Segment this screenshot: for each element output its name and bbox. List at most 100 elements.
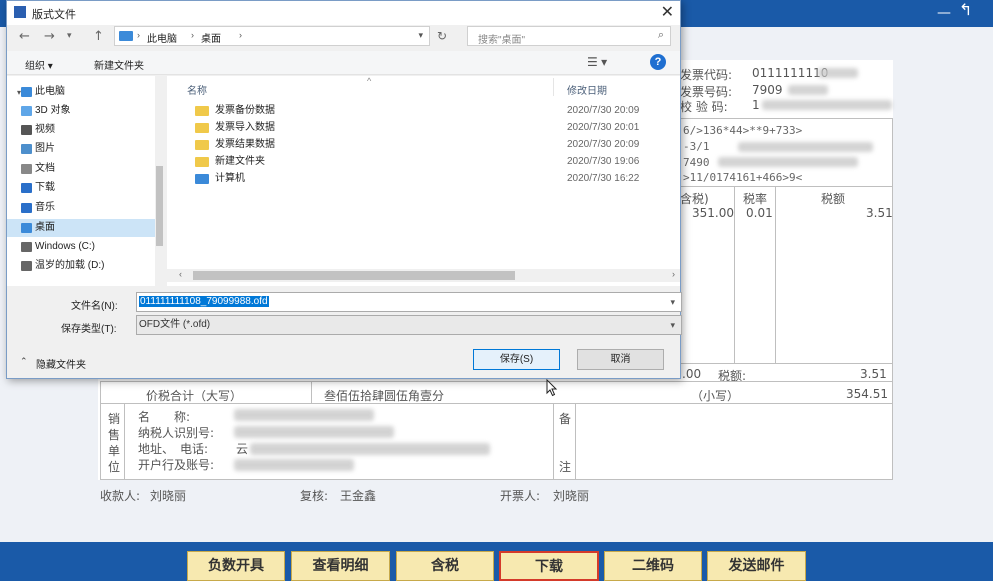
file-row[interactable]: 新建文件夹 2020/7/30 19:06 bbox=[187, 154, 677, 170]
nav-item-downloads[interactable]: 下载 bbox=[21, 180, 55, 196]
search-input[interactable]: 搜索"桌面" ⌕ bbox=[467, 26, 671, 46]
nav-item-drive-c[interactable]: Windows (C:) bbox=[21, 239, 95, 255]
drive-icon bbox=[21, 242, 32, 252]
check-code-value: 1 bbox=[752, 98, 760, 112]
tax-included-button[interactable]: 含税 bbox=[396, 551, 494, 581]
nav-scrollbar[interactable] bbox=[155, 76, 164, 286]
cipher-line-1: 6/>136*44>**9+733> bbox=[683, 124, 803, 137]
file-hscrollbar-thumb[interactable] bbox=[193, 271, 515, 280]
up-arrow-icon[interactable]: ↑ bbox=[93, 29, 104, 44]
col-tax-rate: 税率 bbox=[743, 192, 768, 206]
computer-icon bbox=[195, 174, 209, 184]
nav-item-music[interactable]: 音乐 bbox=[21, 200, 55, 216]
nav-item-this-pc[interactable]: 此电脑 bbox=[21, 84, 65, 100]
cube-icon bbox=[21, 106, 32, 116]
refresh-icon[interactable]: ↻ bbox=[437, 29, 447, 43]
reviewer-value: 王金鑫 bbox=[340, 489, 377, 503]
collapse-chevron-icon[interactable]: ⌃ bbox=[20, 356, 28, 367]
address-bar[interactable]: › 此电脑 › 桌面 › ▾ bbox=[114, 26, 430, 46]
file-hscrollbar[interactable]: ‹ › bbox=[167, 269, 680, 282]
file-row[interactable]: 计算机 2020/7/30 16:22 bbox=[187, 171, 677, 187]
breadcrumb-this-pc[interactable]: 此电脑 bbox=[147, 30, 177, 45]
new-folder-button[interactable]: 新建文件夹 bbox=[94, 57, 144, 72]
total-caps-label: 价税合计（大写） bbox=[146, 389, 243, 403]
filetype-select[interactable]: OFD文件 (*.ofd) ▾ bbox=[136, 315, 682, 335]
cancel-button[interactable]: 取消 bbox=[577, 349, 664, 370]
scroll-right-icon[interactable]: › bbox=[672, 269, 675, 279]
organize-button[interactable]: 组织 ▾ bbox=[25, 57, 53, 72]
filename-dropdown-icon[interactable]: ▾ bbox=[670, 293, 675, 311]
seller-bank-label: 开户行及账号: bbox=[138, 458, 215, 472]
remarks-label-1: 备 bbox=[559, 412, 572, 426]
issuer-value: 刘晓丽 bbox=[553, 489, 590, 503]
seller-side-3: 单 bbox=[108, 444, 121, 458]
action-bar bbox=[0, 542, 993, 581]
address-dropdown-icon[interactable]: ▾ bbox=[418, 30, 423, 41]
total-small-value: 354.51 bbox=[846, 387, 888, 401]
file-row[interactable]: 发票结果数据 2020/7/30 20:09 bbox=[187, 137, 677, 153]
forward-arrow-icon[interactable]: → bbox=[44, 29, 55, 44]
filetype-dropdown-icon[interactable]: ▾ bbox=[670, 316, 675, 334]
drive-icon bbox=[21, 261, 32, 271]
nav-item-pictures[interactable]: 图片 bbox=[21, 141, 55, 157]
column-header-name[interactable]: 名称 bbox=[187, 82, 207, 97]
dialog-toolbar: 组织 ▾ 新建文件夹 ☰ ▾ ? bbox=[7, 51, 680, 75]
desktop-icon bbox=[21, 223, 32, 233]
minimize-icon[interactable]: — bbox=[937, 6, 951, 20]
negative-invoice-button[interactable]: 负数开具 bbox=[187, 551, 285, 581]
invoice-number-value: 7909 bbox=[752, 83, 783, 97]
qr-code-button[interactable]: 二维码 bbox=[604, 551, 702, 581]
seller-name-label: 名 称: bbox=[138, 410, 191, 424]
save-button[interactable]: 保存(S) bbox=[473, 349, 560, 370]
item-amount: 351.00 bbox=[692, 206, 734, 220]
file-row[interactable]: 发票备份数据 2020/7/30 20:09 bbox=[187, 103, 677, 119]
folder-icon bbox=[195, 157, 209, 167]
dialog-title-bar: 版式文件 ✕ bbox=[7, 1, 680, 25]
hide-folders-toggle[interactable]: 隐藏文件夹 bbox=[36, 356, 86, 371]
item-tax: 3.51 bbox=[866, 206, 893, 220]
folder-icon bbox=[195, 106, 209, 116]
invoice-code-value: 0111111110 bbox=[752, 66, 829, 80]
folder-icon bbox=[195, 123, 209, 133]
nav-item-drive-d[interactable]: 温岁的加载 (D:) bbox=[21, 258, 104, 274]
scroll-left-icon[interactable]: ‹ bbox=[179, 269, 182, 279]
filename-input[interactable]: 011111111108_79099988.ofd ▾ bbox=[136, 292, 682, 312]
app-icon bbox=[14, 6, 26, 18]
cipher-line-3: 7490 bbox=[683, 156, 710, 169]
filetype-value: OFD文件 (*.ofd) bbox=[139, 319, 211, 330]
nav-item-documents[interactable]: 文档 bbox=[21, 161, 55, 177]
total-small-label: （小写） bbox=[691, 389, 740, 403]
nav-scrollbar-thumb[interactable] bbox=[156, 166, 163, 246]
view-options-icon[interactable]: ☰ ▾ bbox=[587, 55, 607, 69]
reviewer-label: 复核: bbox=[300, 489, 329, 503]
recent-dropdown-icon[interactable]: ▾ bbox=[67, 31, 72, 41]
column-header-date[interactable]: 修改日期 bbox=[567, 82, 607, 97]
folder-icon bbox=[195, 140, 209, 150]
close-icon[interactable]: ✕ bbox=[661, 2, 674, 22]
invoice-code-label: 发票代码: bbox=[680, 68, 733, 82]
save-file-dialog: 版式文件 ✕ ← → ▾ ↑ › 此电脑 › 桌面 › ▾ ↻ 搜索"桌面" ⌕… bbox=[6, 0, 682, 379]
send-email-button[interactable]: 发送邮件 bbox=[707, 551, 806, 581]
dialog-title: 版式文件 bbox=[32, 9, 76, 21]
seller-address-label: 地址、 电话: bbox=[138, 442, 209, 456]
col-price-tax-included: 含税) bbox=[680, 192, 709, 206]
nav-item-videos[interactable]: 视频 bbox=[21, 122, 55, 138]
back-icon[interactable]: ↰ bbox=[959, 2, 972, 18]
file-row[interactable]: 发票导入数据 2020/7/30 20:01 bbox=[187, 120, 677, 136]
download-icon bbox=[21, 183, 32, 193]
view-details-button[interactable]: 查看明细 bbox=[291, 551, 390, 581]
seller-side-4: 位 bbox=[108, 460, 121, 474]
breadcrumb-desktop[interactable]: 桌面 bbox=[201, 30, 221, 45]
issuer-label: 开票人: bbox=[500, 489, 541, 503]
cipher-line-4: >11/0174161+466>9< bbox=[683, 171, 803, 184]
nav-item-desktop[interactable]: 桌面 bbox=[21, 220, 55, 236]
sort-arrow-icon: ^ bbox=[367, 76, 372, 86]
help-icon[interactable]: ? bbox=[650, 54, 666, 70]
filename-label: 文件名(N): bbox=[71, 301, 118, 312]
nav-item-3d-objects[interactable]: 3D 对象 bbox=[21, 103, 71, 119]
back-arrow-icon[interactable]: ← bbox=[19, 29, 30, 44]
picture-icon bbox=[21, 144, 32, 154]
cipher-line-2: -3/1 bbox=[683, 140, 710, 153]
payee-value: 刘晓丽 bbox=[150, 489, 187, 503]
download-button[interactable]: 下载 bbox=[499, 551, 599, 581]
